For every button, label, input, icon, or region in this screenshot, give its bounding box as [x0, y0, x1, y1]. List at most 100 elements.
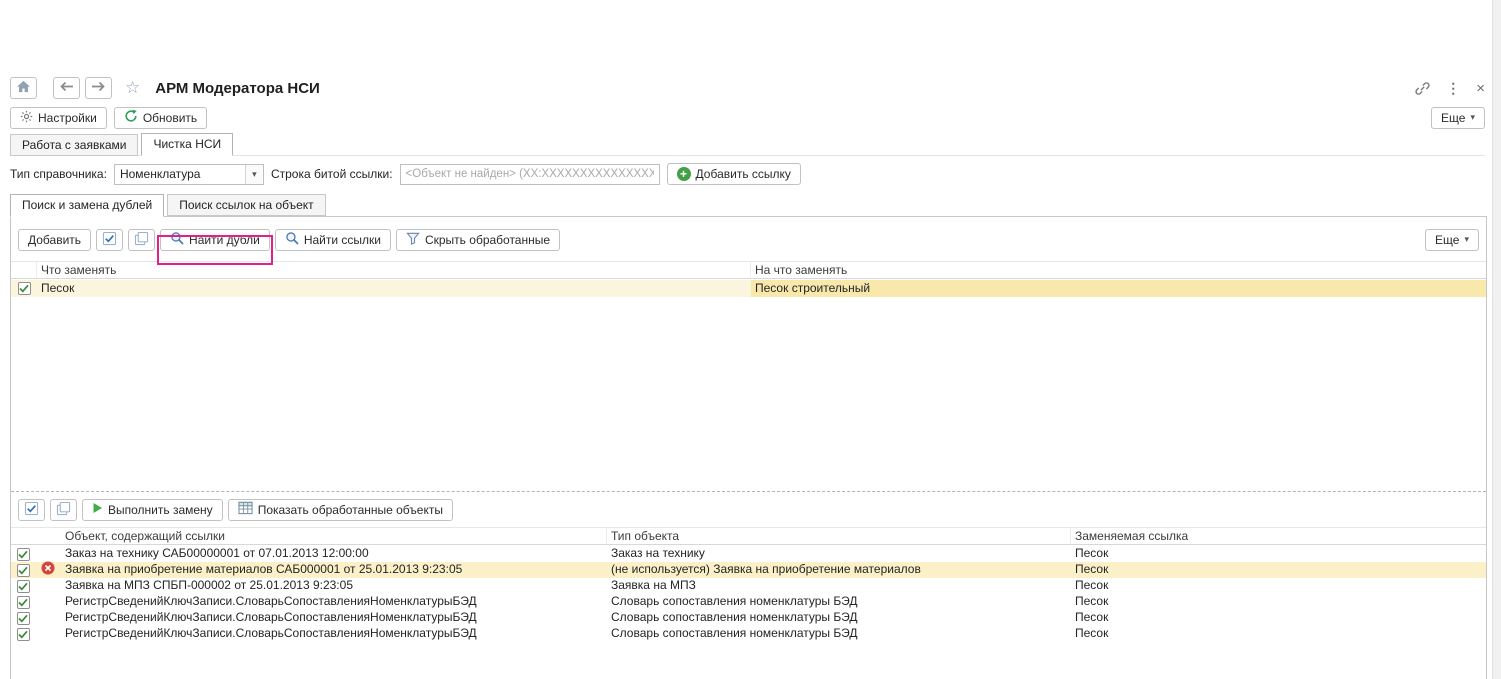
references-table: Заказ на технику САБ00000001 от 07.01.20…: [11, 546, 1486, 642]
row-checkbox[interactable]: [18, 282, 31, 295]
row-checkbox[interactable]: [17, 628, 30, 641]
get-link-icon[interactable]: [1415, 81, 1430, 96]
magnifier-icon: [170, 231, 184, 248]
cell-object: Заказ на технику САБ00000001 от 07.01.20…: [61, 546, 607, 562]
magnifier-icon: [285, 231, 299, 248]
chevron-down-icon: ▾: [1464, 235, 1469, 244]
play-icon: [92, 502, 103, 517]
back-button[interactable]: [53, 77, 80, 99]
command-bar: Настройки Обновить Еще ▾: [10, 106, 1485, 129]
window-menu-icon[interactable]: ⋮: [1446, 80, 1460, 97]
close-icon[interactable]: ×: [1476, 80, 1485, 97]
subtab-find-replace-dupes[interactable]: Поиск и замена дублей: [10, 194, 164, 217]
catalog-type-label: Тип справочника:: [10, 167, 107, 181]
row-checkbox[interactable]: [17, 612, 30, 625]
main-tabs: Работа с заявками Чистка НСИ: [10, 133, 1485, 156]
back-arrow-icon: [59, 81, 74, 95]
settings-button[interactable]: Настройки: [10, 107, 107, 129]
plus-circle-icon: +: [677, 167, 691, 181]
home-button[interactable]: [10, 77, 37, 99]
cell-type: Словарь сопоставления номенклатуры БЭД: [607, 626, 1071, 642]
table-row[interactable]: РегистрСведенийКлючЗаписи.СловарьСопоста…: [11, 610, 1486, 626]
set-all-flags-button[interactable]: [18, 499, 45, 521]
forward-arrow-icon: [91, 81, 106, 95]
chevron-down-icon: ▾: [1470, 113, 1475, 122]
row-checkbox[interactable]: [17, 548, 30, 561]
tab-nsi-cleanup[interactable]: Чистка НСИ: [141, 133, 233, 156]
row-checkbox[interactable]: [17, 564, 30, 577]
window-header: ☆ АРМ Модератора НСИ ⋮ ×: [10, 76, 1485, 100]
cell-type: Заказ на технику: [607, 546, 1071, 562]
cell-object: РегистрСведенийКлючЗаписи.СловарьСопоста…: [61, 610, 607, 626]
filter-row: Тип справочника: Номенклатура ▾ Строка б…: [10, 163, 1485, 185]
splitter[interactable]: [11, 491, 1486, 492]
row-checkbox[interactable]: [17, 596, 30, 609]
forward-button[interactable]: [85, 77, 112, 99]
table-row[interactable]: Песок Песок строительный: [11, 280, 1486, 297]
app-window: ☆ АРМ Модератора НСИ ⋮ × Настройки Обнов…: [0, 0, 1501, 679]
refresh-button[interactable]: Обновить: [114, 107, 207, 129]
row-checkbox[interactable]: [17, 580, 30, 593]
clear-all-flags-button[interactable]: [50, 499, 77, 521]
cell-what: Песок: [37, 280, 751, 297]
column-header-type[interactable]: Тип объекта: [607, 528, 1071, 544]
more-button-duplicates[interactable]: Еще ▾: [1425, 229, 1479, 251]
tab-work-with-requests[interactable]: Работа с заявками: [10, 134, 138, 156]
refresh-icon: [124, 109, 138, 126]
cell-object: Заявка на МПЗ СПБП-000002 от 25.01.2013 …: [61, 578, 607, 594]
check-all-icon: [24, 501, 39, 519]
favorite-star-icon[interactable]: ☆: [125, 78, 140, 98]
right-gutter: [1492, 0, 1501, 679]
sub-tabs: Поиск и замена дублей Поиск ссылок на об…: [10, 194, 1485, 217]
cell-with: Песок строительный: [751, 280, 1486, 297]
cell-object: Заявка на приобретение материалов САБ000…: [61, 562, 607, 578]
hide-processed-button[interactable]: Скрыть обработанные: [396, 229, 560, 251]
cell-type: Заявка на МПЗ: [607, 578, 1071, 594]
combo-chevron-down-icon[interactable]: ▾: [245, 165, 263, 184]
cleanup-panel: Добавить Найти дубли: [10, 216, 1487, 679]
table-row[interactable]: Заказ на технику САБ00000001 от 07.01.20…: [11, 546, 1486, 562]
subtab-find-object-refs[interactable]: Поиск ссылок на объект: [167, 194, 325, 216]
duplicates-table: Песок Песок строительный: [11, 280, 1486, 297]
table-icon: [238, 501, 253, 518]
cell-object: РегистрСведенийКлючЗаписи.СловарьСопоста…: [61, 626, 607, 642]
cell-link: Песок: [1071, 626, 1486, 642]
more-button-top[interactable]: Еще ▾: [1431, 107, 1485, 129]
column-header-object[interactable]: Объект, содержащий ссылки: [61, 528, 607, 544]
execute-replace-button[interactable]: Выполнить замену: [82, 499, 223, 521]
add-button[interactable]: Добавить: [18, 229, 91, 251]
table-row[interactable]: РегистрСведенийКлючЗаписи.СловарьСопоста…: [11, 594, 1486, 610]
duplicates-toolbar: Добавить Найти дубли: [18, 228, 1479, 251]
error-icon: [41, 561, 55, 579]
broken-link-input[interactable]: [400, 164, 660, 185]
add-link-button[interactable]: + Добавить ссылку: [667, 163, 801, 185]
check-all-icon: [102, 231, 117, 249]
set-all-flags-button[interactable]: [96, 229, 123, 251]
uncheck-all-icon: [56, 501, 71, 519]
table-row[interactable]: Заявка на МПЗ СПБП-000002 от 25.01.2013 …: [11, 578, 1486, 594]
home-icon: [16, 80, 31, 96]
cell-link: Песок: [1071, 546, 1486, 562]
cell-type: Словарь сопоставления номенклатуры БЭД: [607, 594, 1071, 610]
replace-toolbar: Выполнить замену Показать обработанные о…: [18, 498, 1479, 521]
table-row[interactable]: РегистрСведенийКлючЗаписи.СловарьСопоста…: [11, 626, 1486, 642]
uncheck-all-icon: [134, 231, 149, 249]
column-header-link[interactable]: Заменяемая ссылка: [1071, 528, 1486, 544]
table-row[interactable]: Заявка на приобретение материалов САБ000…: [11, 562, 1486, 578]
find-references-button[interactable]: Найти ссылки: [275, 229, 391, 251]
cell-link: Песок: [1071, 562, 1486, 578]
find-duplicates-button[interactable]: Найти дубли: [160, 229, 270, 251]
clear-all-flags-button[interactable]: [128, 229, 155, 251]
cell-link: Песок: [1071, 578, 1486, 594]
column-header-replace-with[interactable]: На что заменять: [751, 262, 1486, 278]
column-header-what-replace[interactable]: Что заменять: [37, 262, 751, 278]
gear-icon: [20, 110, 33, 126]
cell-type: (не используется) Заявка на приобретение…: [607, 562, 1071, 578]
catalog-type-value: Номенклатура: [115, 165, 245, 184]
cell-link: Песок: [1071, 594, 1486, 610]
cell-type: Словарь сопоставления номенклатуры БЭД: [607, 610, 1071, 626]
catalog-type-combobox[interactable]: Номенклатура ▾: [114, 164, 264, 185]
cell-link: Песок: [1071, 610, 1486, 626]
duplicates-table-header: Что заменять На что заменять: [11, 261, 1486, 279]
show-processed-objects-button[interactable]: Показать обработанные объекты: [228, 499, 453, 521]
